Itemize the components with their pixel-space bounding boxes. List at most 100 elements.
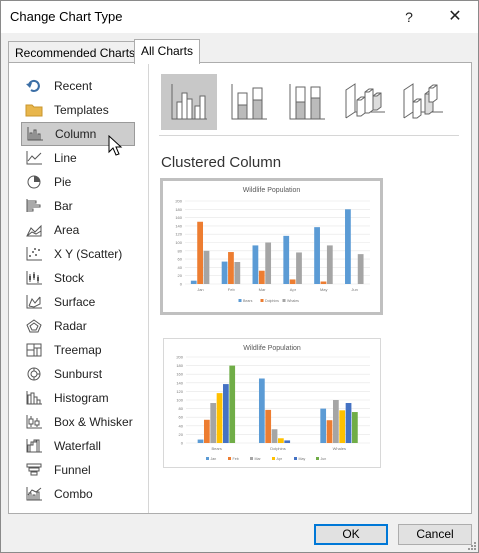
ok-button[interactable]: OK: [314, 524, 388, 545]
sidebar-item-bar[interactable]: Bar: [21, 194, 135, 218]
100-stacked-column-icon[interactable]: [279, 74, 335, 130]
chart-bar: [284, 440, 291, 443]
x-tick-label: Jun: [351, 287, 357, 292]
chart-preview-by-category[interactable]: Wildlife Population 0 20 40 60 80 100 120 140 160…: [163, 338, 381, 468]
chart-bar: [265, 409, 272, 443]
close-button[interactable]: ✕: [439, 5, 471, 29]
chart-bar: [278, 438, 284, 443]
legend-label: Mar: [255, 457, 262, 461]
sidebar-item-recent[interactable]: Recent: [21, 74, 135, 98]
chart-bar: [314, 227, 320, 284]
tab-strip: Recommended Charts All Charts: [1, 33, 478, 64]
y-tick-label: 140: [176, 380, 183, 385]
y-tick-label: 200: [175, 199, 182, 204]
chart-bar: [265, 242, 272, 284]
sidebar-item-label: Surface: [54, 295, 96, 309]
legend-swatch: [316, 457, 319, 460]
chart-bar: [203, 250, 210, 284]
y-tick-label: 180: [175, 207, 182, 212]
y-tick-label: 200: [176, 355, 183, 360]
sidebar-item-label: Combo: [54, 487, 93, 501]
y-tick-label: 160: [176, 372, 183, 377]
sidebar-item-label: Templates: [54, 103, 109, 117]
chart-preview-by-series[interactable]: Wildlife Population 0 20 40 60 80 100 120 140 160…: [160, 178, 383, 315]
sidebar-item-label: Waterfall: [54, 439, 101, 453]
3d-clustered-column-icon[interactable]: [337, 74, 393, 130]
sidebar-item-waterfall[interactable]: Waterfall: [21, 434, 135, 458]
sidebar-item-label: Line: [54, 151, 77, 165]
sidebar-item-scatter[interactable]: X Y (Scatter): [21, 242, 135, 266]
legend-swatch: [260, 299, 264, 302]
chart-bar: [320, 408, 327, 443]
sidebar-item-label: Column: [55, 127, 97, 141]
resize-grip-icon[interactable]: [467, 541, 477, 551]
stock-chart-icon: [25, 270, 43, 286]
sidebar-item-label: Box & Whisker: [54, 415, 133, 429]
chart-bar: [326, 420, 333, 443]
legend-label: Jun: [321, 457, 327, 461]
x-tick-label: Jan: [197, 287, 203, 292]
chart-bar: [345, 403, 352, 443]
all-charts-panel: Recent Templates Column Line Pie Bar Are…: [8, 62, 472, 514]
x-tick-label: May: [320, 287, 328, 292]
chart-bar: [223, 384, 229, 443]
chart-bar: [221, 261, 228, 284]
legend-swatch: [228, 457, 231, 460]
chart-bar: [216, 393, 223, 443]
treemap-chart-icon: [25, 342, 43, 358]
chart-bar: [271, 429, 278, 443]
funnel-chart-icon: [25, 462, 43, 478]
x-tick-label: Bears: [211, 446, 221, 451]
y-tick-label: 120: [176, 389, 183, 394]
chart-bar: [234, 262, 241, 284]
line-chart-icon: [25, 150, 43, 166]
sidebar-item-stock[interactable]: Stock: [21, 266, 135, 290]
chart-bar: [258, 270, 265, 284]
sidebar-item-surface[interactable]: Surface: [21, 290, 135, 314]
stacked-column-icon[interactable]: [221, 74, 277, 130]
sidebar-item-area[interactable]: Area: [21, 218, 135, 242]
sidebar-item-pie[interactable]: Pie: [21, 170, 135, 194]
y-tick-label: 120: [175, 232, 182, 237]
clustered-column-icon[interactable]: [161, 74, 217, 130]
sidebar-item-templates[interactable]: Templates: [21, 98, 135, 122]
sidebar-item-combo[interactable]: Combo: [21, 482, 135, 506]
y-tick-label: 160: [175, 215, 182, 220]
chart-bar: [229, 365, 236, 443]
sidebar-item-label: Bar: [54, 199, 73, 213]
chart-bar: [197, 221, 204, 284]
tab-recommended-charts[interactable]: Recommended Charts: [8, 41, 143, 63]
sidebar-item-label: Recent: [54, 79, 93, 93]
y-tick-label: 180: [176, 363, 183, 368]
change-chart-type-dialog: Change Chart Type ? ✕ Recommended Charts…: [0, 0, 479, 553]
sidebar-item-sunburst[interactable]: Sunburst: [21, 362, 135, 386]
3d-column-icon[interactable]: [395, 74, 451, 130]
legend-swatch: [206, 457, 209, 460]
sidebar-item-label: Funnel: [54, 463, 91, 477]
sidebar-item-radar[interactable]: Radar: [21, 314, 135, 338]
chart-preview-svg: Wildlife Population 0 20 40 60 80 100 120 140 160…: [175, 187, 370, 303]
dialog-footer: OK Cancel: [1, 515, 478, 552]
x-tick-label: Apr: [290, 287, 297, 292]
legend-swatch: [238, 299, 242, 302]
tab-all-charts[interactable]: All Charts: [134, 39, 201, 64]
legend-label: Apr: [277, 457, 283, 461]
y-tick-label: 60: [179, 415, 184, 420]
sidebar-item-label: Pie: [54, 175, 72, 189]
chart-bar: [252, 245, 259, 284]
sidebar-item-box-whisker[interactable]: Box & Whisker: [21, 410, 135, 434]
chart-bar: [339, 410, 346, 443]
sidebar-item-treemap[interactable]: Treemap: [21, 338, 135, 362]
area-chart-icon: [25, 222, 43, 238]
y-tick-label: 0: [181, 441, 184, 446]
legend-label: May: [299, 457, 306, 461]
chart-subtype-title: Clustered Column: [161, 154, 282, 171]
help-button[interactable]: ?: [397, 5, 421, 29]
sidebar-item-label: Radar: [54, 319, 87, 333]
cancel-button[interactable]: Cancel: [398, 524, 472, 545]
sidebar-item-histogram[interactable]: Histogram: [21, 386, 135, 410]
surface-chart-icon: [25, 294, 43, 310]
chart-bar: [326, 245, 333, 284]
y-tick-label: 60: [178, 257, 183, 262]
sidebar-item-funnel[interactable]: Funnel: [21, 458, 135, 482]
